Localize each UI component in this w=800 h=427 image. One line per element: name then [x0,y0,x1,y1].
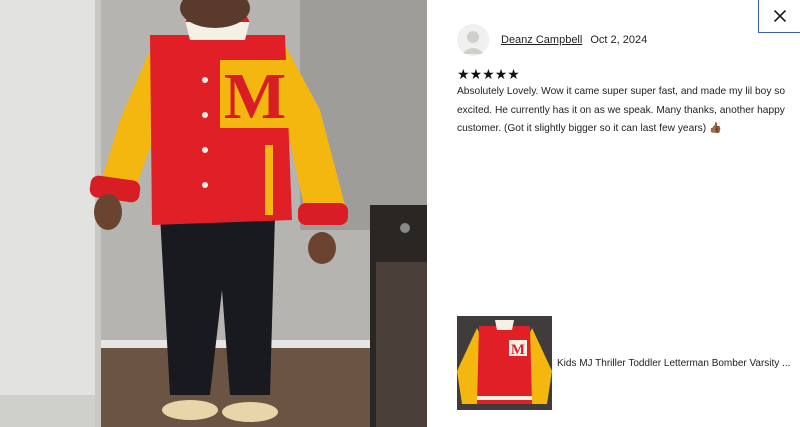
review-photo-image: M [0,0,427,427]
star-icon: ★ [494,67,508,83]
product-thumbnail[interactable]: M [457,316,552,410]
star-icon: ★ [457,67,470,83]
star-rating: ★ ★ ★ ★ ★ [457,68,520,82]
avatar [457,24,489,56]
star-icon: ★ [469,67,483,83]
avatar-icon [457,24,489,56]
thumbnail-letter: M [511,342,525,358]
product-link[interactable]: M Kids MJ Thriller Toddler Letterman Bom… [457,316,792,410]
close-button[interactable] [758,0,800,33]
review-photo-modal: M Deanz Campbell Oct 2, 2024 ★ ★ ★ ★ ★ A… [0,0,800,427]
review-text: Absolutely Lovely. Wow it came super sup… [457,86,786,134]
close-icon [773,9,786,23]
reviewer-info: Deanz Campbell Oct 2, 2024 [457,24,647,56]
jacket-letter: M [224,60,286,133]
star-icon: ★ [482,67,495,83]
reviewer-name-link[interactable]: Deanz Campbell [501,34,582,46]
product-title[interactable]: Kids MJ Thriller Toddler Letterman Bombe… [557,358,792,369]
review-photo: M [0,0,427,427]
review-panel: Deanz Campbell Oct 2, 2024 ★ ★ ★ ★ ★ Abs… [427,0,800,427]
review-date: Oct 2, 2024 [590,34,648,46]
star-icon: ★ [507,67,520,83]
product-thumbnail-image: M [457,316,552,410]
